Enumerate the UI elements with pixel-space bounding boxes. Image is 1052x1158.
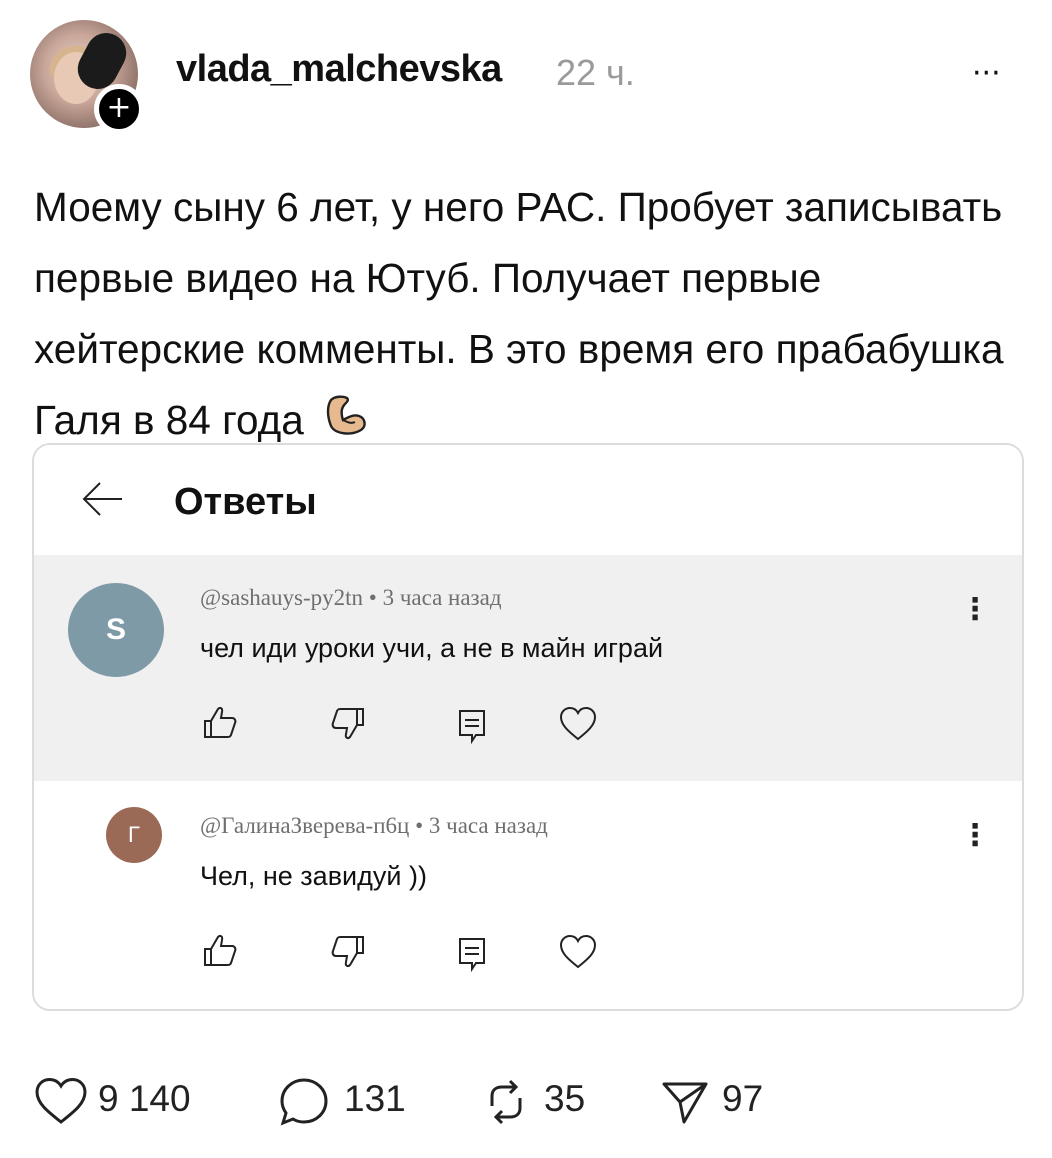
- repost-icon[interactable]: [480, 1076, 532, 1133]
- comment-time: 3 часа назад: [382, 585, 502, 610]
- username[interactable]: vlada_malchevska: [176, 48, 502, 91]
- follow-button[interactable]: +: [94, 84, 144, 134]
- comment-meta: @sashauys-py2tn • 3 часа назад: [200, 585, 502, 611]
- kebab-menu-icon[interactable]: ⋮: [960, 821, 990, 851]
- comment-author[interactable]: @sashauys-py2tn: [200, 585, 363, 610]
- replies-title: Ответы: [174, 481, 317, 523]
- comment-text: чел иди уроки учи, а не в майн играй: [200, 633, 664, 663]
- heart-icon[interactable]: [558, 933, 598, 976]
- kebab-menu-icon[interactable]: ⋮: [960, 595, 990, 625]
- author-avatar-container[interactable]: +: [30, 20, 144, 134]
- likes-count: 9 140: [98, 1078, 191, 1119]
- reply-icon[interactable]: [454, 705, 490, 750]
- replies-header: Ответы: [34, 445, 1022, 555]
- comment-reply: Г @ГалинаЗверева-п6ц • 3 часа назад Чел,…: [34, 781, 1022, 1009]
- share-send-icon[interactable]: [660, 1078, 710, 1133]
- reposts-count: 35: [544, 1078, 586, 1119]
- reply-icon[interactable]: [454, 933, 490, 978]
- commenter-avatar[interactable]: S: [68, 583, 164, 677]
- embedded-screenshot[interactable]: Ответы S @sashauys-py2tn • 3 часа назад …: [32, 443, 1024, 1011]
- plus-icon: +: [106, 89, 132, 125]
- post-text-body: Моему сыну 6 лет, у него РАС. Пробует за…: [34, 184, 1004, 443]
- comment-bubble-icon[interactable]: [278, 1076, 330, 1133]
- dislike-icon[interactable]: [328, 931, 368, 976]
- comment: S @sashauys-py2tn • 3 часа назад чел иди…: [34, 555, 1022, 781]
- meta-separator: •: [415, 813, 429, 838]
- like-icon[interactable]: [200, 703, 240, 748]
- like-icon[interactable]: [200, 931, 240, 976]
- back-arrow-icon[interactable]: [78, 475, 126, 528]
- comment-time: 3 часа назад: [428, 813, 548, 838]
- more-options-icon[interactable]: ···: [972, 56, 1001, 91]
- dislike-icon[interactable]: [328, 703, 368, 748]
- comment-author[interactable]: @ГалинаЗверева-п6ц: [200, 813, 409, 838]
- post-text: Моему сыну 6 лет, у него РАС. Пробует за…: [34, 172, 1024, 462]
- comment-meta: @ГалинаЗверева-п6ц • 3 часа назад: [200, 813, 548, 839]
- comment-text: Чел, не завидуй )): [200, 861, 427, 891]
- commenter-avatar[interactable]: Г: [106, 807, 162, 863]
- post-time: 22 ч.: [556, 52, 635, 93]
- shares-count: 97: [722, 1078, 764, 1119]
- comments-count: 131: [344, 1078, 406, 1119]
- like-heart-icon[interactable]: [34, 1076, 88, 1131]
- meta-separator: •: [368, 585, 383, 610]
- heart-icon[interactable]: [558, 705, 598, 748]
